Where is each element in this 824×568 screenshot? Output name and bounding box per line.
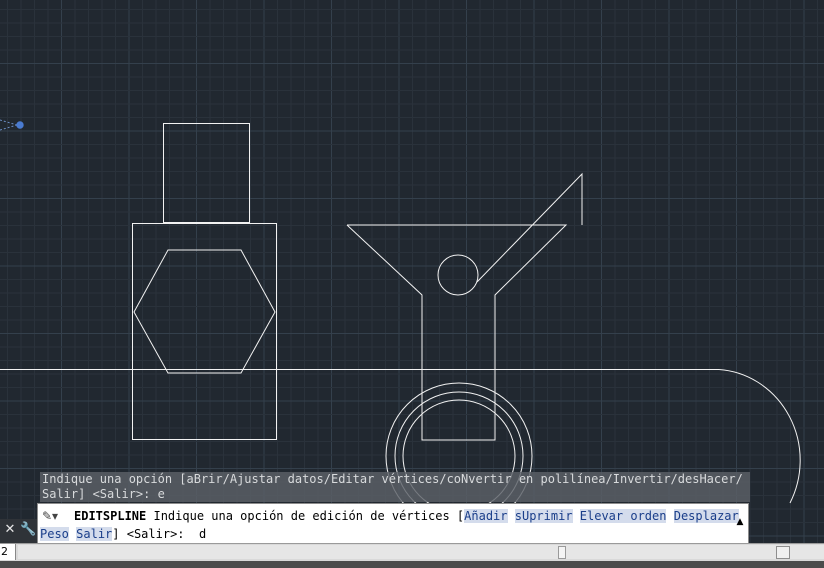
funnel-outline — [346, 224, 568, 441]
grip-point — [16, 121, 24, 129]
layout-index[interactable]: 2 — [0, 544, 16, 560]
history-line-2: Salir] <Salir>: e — [42, 487, 165, 501]
grip-leader-2 — [0, 124, 18, 131]
option-elevar-orden[interactable]: Elevar orden — [579, 509, 667, 523]
grip-leader-1 — [0, 119, 18, 126]
close-icon[interactable]: ✕ — [2, 522, 18, 538]
pencil-icon[interactable]: ✎▾ — [42, 508, 68, 524]
hexagon — [133, 249, 276, 374]
history-line-1: Indique una opción [aBrir/Ajustar datos/… — [42, 472, 743, 486]
command-line[interactable]: ✎▾ EDITSPLINE Indique una opción de edic… — [37, 503, 749, 545]
command-line-controls: ✕ 🔧 — [0, 519, 39, 543]
scrollbar-thumb[interactable] — [558, 546, 566, 559]
small-circle — [437, 254, 479, 296]
command-prompt: Indique una opción de edición de vértice… — [153, 509, 465, 523]
wrench-icon[interactable]: 🔧 — [20, 522, 36, 538]
drawing-geometry — [0, 119, 801, 530]
command-history: Indique una opción [aBrir/Ajustar datos/… — [40, 472, 750, 502]
option-salir[interactable]: Salir — [76, 527, 113, 541]
command-prompt-line-1: EDITSPLINE Indique una opción de edición… — [74, 508, 739, 524]
scrollbar-box[interactable] — [776, 546, 790, 559]
horizontal-scrollbar[interactable] — [18, 545, 824, 559]
option-suprimir[interactable]: sUprimir — [514, 509, 573, 523]
command-suffix: ] <Salir>: — [112, 527, 185, 541]
option-desplazar[interactable]: Desplazar — [673, 509, 739, 523]
option-peso[interactable]: Peso — [40, 527, 69, 541]
history-expand-icon[interactable]: ▲ — [734, 516, 746, 528]
command-input-value[interactable]: d — [199, 527, 206, 541]
command-prompt-line-2: Peso Salir] <Salir>: d — [40, 526, 206, 542]
option-anadir[interactable]: Añadir — [464, 509, 508, 523]
command-name: EDITSPLINE — [74, 509, 147, 523]
rect-body — [132, 223, 277, 440]
status-bar: 2 — [0, 543, 824, 568]
command-line-bar: ✕ 🔧 ✎▾ EDITSPLINE Indique una opción de … — [0, 503, 824, 545]
